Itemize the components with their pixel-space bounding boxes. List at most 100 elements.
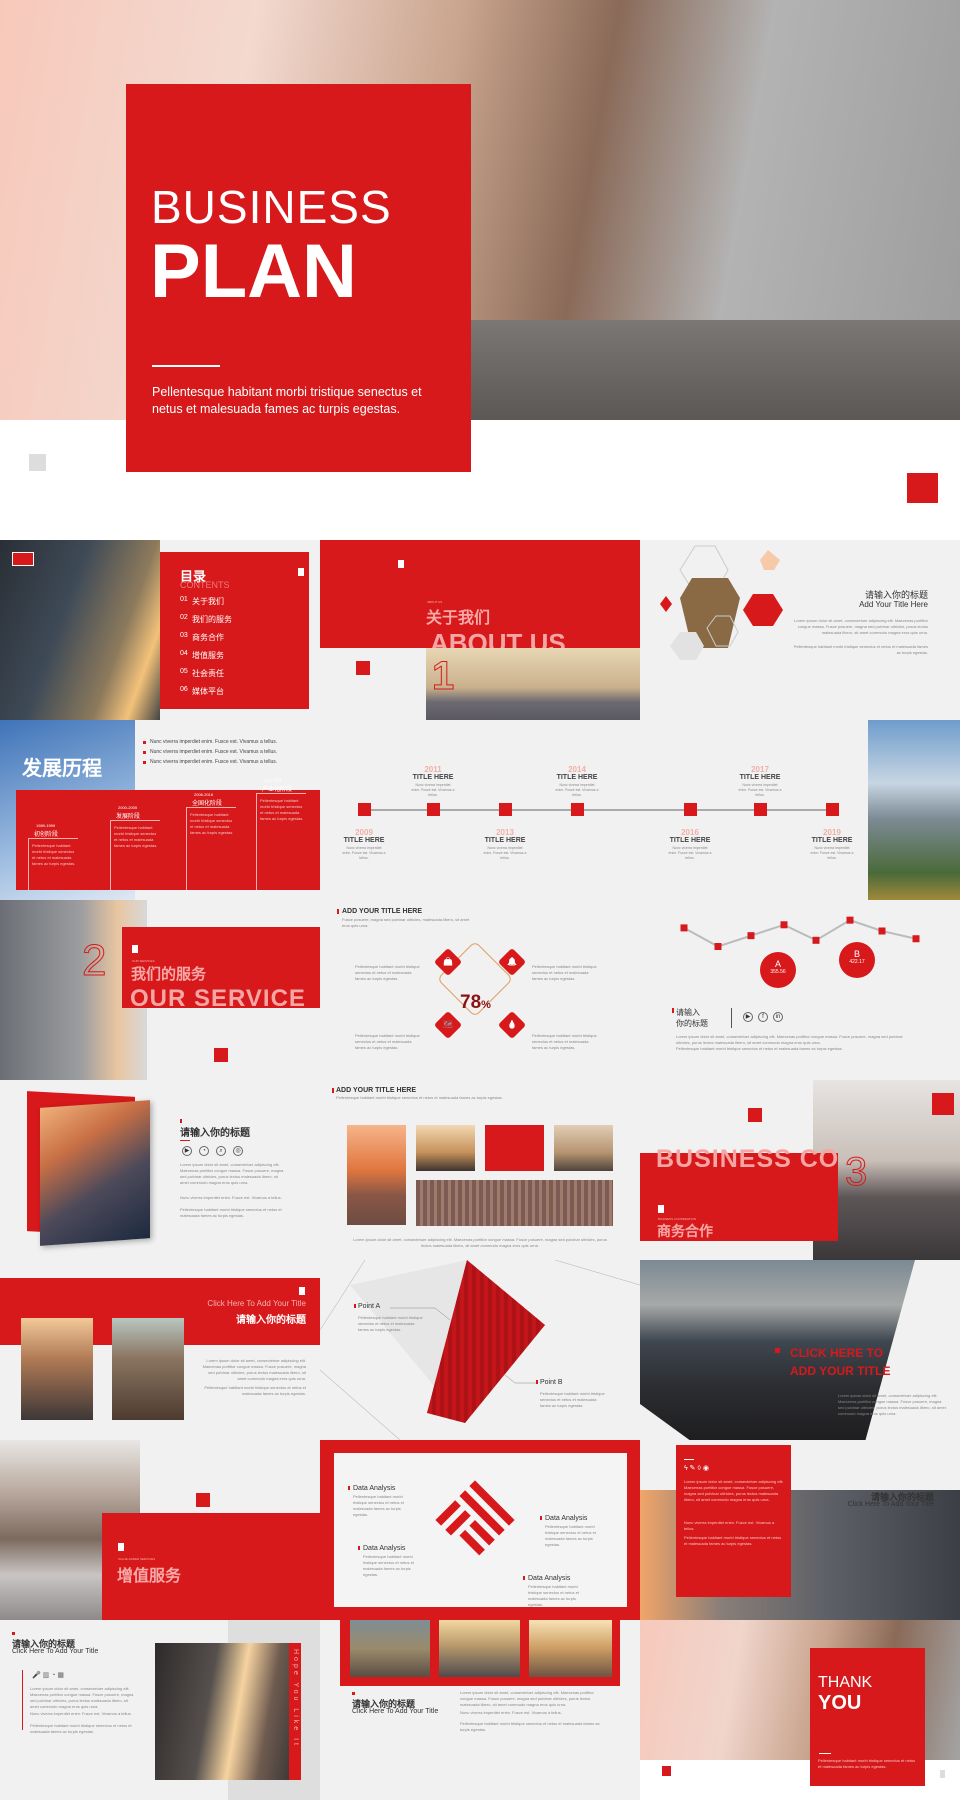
slide-hexagons[interactable]: 请输入你的标题 Add Your Title Here Lorem ipsum …	[640, 540, 960, 720]
percent-number: 78	[460, 992, 482, 1013]
timeline-marker[interactable]	[684, 803, 697, 816]
slide-red-box-city[interactable]: ϟ ✎ ◊ ◉ Lorem ipsum dolor sit amet, cons…	[640, 1440, 960, 1620]
facebook-icon[interactable]: f	[758, 1012, 768, 1022]
youtube-icon[interactable]: ▶	[743, 1012, 753, 1022]
slide-value-added[interactable]: VALUE-ADDED SERVICES 增值服务	[0, 1440, 320, 1620]
grey-square	[940, 1770, 945, 1778]
photo-spire	[554, 1125, 613, 1171]
slide-timeline[interactable]: 2009 TITLE HERE Nunc viverra imperdiet eni…	[320, 720, 960, 900]
line-point	[680, 924, 688, 932]
contents-item-3[interactable]: 商务合作	[192, 632, 224, 643]
contents-item-number[interactable]: 04	[180, 650, 188, 657]
photo-aerial-tower	[40, 1100, 150, 1246]
slide-line-chart[interactable]: A 355.56 B 422.17 请输入 你的标题 ▶ f in Lorem ipsum…	[640, 900, 960, 1080]
percent-text-2: Pellentesque habitant morbi tristique se…	[532, 964, 597, 981]
timeline-marker[interactable]	[826, 803, 839, 816]
icon-text-box: ϟ ✎ ◊ ◉ Lorem ipsum dolor sit amet, cons…	[676, 1445, 791, 1597]
contents-item-number[interactable]: 05	[180, 668, 188, 675]
timeline-marker[interactable]	[427, 803, 440, 816]
contents-item-5[interactable]: 社会责任	[192, 668, 224, 679]
contents-item-number[interactable]: 03	[180, 632, 188, 639]
contents-item-4[interactable]: 增值服务	[192, 650, 224, 661]
timeline-marker[interactable]	[358, 803, 371, 816]
slide-thank-you[interactable]: THANK YOU Pellentesque habitant morbi tr…	[640, 1620, 960, 1800]
photo-aerial-sunlit	[529, 1620, 612, 1677]
slide-hope[interactable]: 请输入你的标题 Click Here To Add Your Title 🎤 ▥…	[0, 1620, 320, 1800]
timeline-year: 2016	[681, 828, 699, 837]
box-text-2: Nunc viverra imperdiet enim. Fusce est. …	[684, 1520, 775, 1531]
contents-item-1[interactable]: 关于我们	[192, 596, 224, 607]
slide-points[interactable]: Point A Pellentesque habitant morbi tris…	[320, 1260, 640, 1440]
analysis-label: Data Analysis	[353, 1485, 396, 1492]
feature-icons: 🎤 ▥ ◔ ▦	[32, 1672, 65, 1679]
hope-vertical-text: Hope You Like It	[292, 1649, 299, 1748]
divider	[180, 1140, 190, 1141]
value-small: VALUE-ADDED SERVICES	[118, 1557, 156, 1561]
callout-label: A	[774, 959, 781, 969]
contents-item-6[interactable]: 媒体平台	[192, 686, 224, 697]
slide-three-photos[interactable]: 请输入你的标题 Click Here To Add Your Title Lor…	[320, 1620, 640, 1800]
cover-subtitle: Pellentesque habitant morbi tristique se…	[152, 385, 422, 416]
band-title-en: Click Here To Add Your Title	[207, 1299, 306, 1308]
grey-square	[29, 454, 46, 471]
slide-contents[interactable]: 目录 CONTENTS 01 关于我们 02 我们的服务 03 商务合作 04 增值服务 05 社…	[0, 540, 320, 720]
hex-text: Lorem ipsum dolor sit amet, consectetuer…	[794, 618, 928, 635]
photo-city-skyline: 1	[426, 648, 640, 720]
logo-badge	[12, 552, 34, 566]
photo-towers-haze	[416, 1125, 475, 1171]
contents-item-number[interactable]: 02	[180, 614, 188, 621]
slide-business-cooperation[interactable]: BUSINESS CO BUSINESS COOPERATION 商务合作 3	[640, 1080, 960, 1260]
search-icon[interactable]: ⌕	[216, 1146, 226, 1156]
value-cn: 增值服务	[117, 1568, 182, 1585]
linkedin-icon[interactable]: in	[773, 1012, 783, 1022]
history-bullet: Nunc viverra imperdiet enim. Fusce est. …	[150, 739, 278, 745]
analysis-text: Pellentesque habitant morbi tristique se…	[528, 1584, 579, 1607]
settings-icon[interactable]: ◎	[233, 1146, 243, 1156]
marker	[523, 1576, 525, 1580]
slide-about-us[interactable]: ABOUT US 关于我们 ABOUT US 1	[320, 540, 640, 720]
bullet-marker	[143, 751, 146, 754]
services-cn: 我们的服务	[131, 966, 207, 983]
title-marker	[180, 1119, 182, 1123]
timeline-title: TITLE HERE	[484, 837, 526, 844]
slide-gallery[interactable]: ADD YOUR TITLE HERE Pellentesque habitan…	[320, 1080, 640, 1260]
chart-icon[interactable]: ◔	[199, 1146, 209, 1156]
stage-text: Pellentesque habitant morbi tristique se…	[260, 798, 304, 821]
redbox-title-en: Click Here To Add Your Title	[847, 1501, 934, 1508]
slide-data-analysis[interactable]: Data Analysis Pellentesque habitant morbi…	[320, 1440, 640, 1620]
slide-pagoda[interactable]: CLICK HERE TO ADD YOUR TITLE Lorem ipsum…	[640, 1260, 960, 1440]
line-text-2: Pellentesque habitant morbi tristique se…	[676, 1046, 843, 1051]
slide-percentage[interactable]: ADD YOUR TITLE HERE Fusce posuere, magna…	[320, 900, 640, 1080]
timeline-title: TITLE HERE	[669, 837, 711, 844]
three-text-3: Pellentesque habitant morbi tristique se…	[460, 1721, 600, 1732]
play-icon[interactable]: ▶	[182, 1146, 192, 1156]
vertical-strip: Hope You Like It	[289, 1643, 301, 1780]
slide-red-band[interactable]: Click Here To Add Your Title 请输入你的标题 Lor…	[0, 1260, 320, 1440]
point-a-label: Point A	[358, 1303, 381, 1310]
bell-icon: 🔔	[497, 947, 527, 977]
marker	[775, 1348, 780, 1353]
marker	[358, 1546, 360, 1550]
slide-frame-photo[interactable]: 请输入你的标题 ▶ ◔ ⌕ ◎ Lorem ipsum dolor sit am…	[0, 1080, 320, 1260]
timeline-marker[interactable]	[571, 803, 584, 816]
history-bullet: Nunc viverra imperdiet enim. Fusce est. …	[150, 749, 278, 755]
red-square	[932, 1093, 954, 1115]
photo-interchange	[112, 1318, 184, 1420]
marker	[354, 1304, 356, 1308]
slide-our-services[interactable]: OUR SERVICES 我们的服务 OUR SERVICE 2	[0, 900, 320, 1080]
stage-name: 初创阶段	[34, 832, 59, 838]
contents-item-number[interactable]: 06	[180, 686, 188, 693]
contents-item-2[interactable]: 我们的服务	[192, 614, 232, 625]
analysis-text: Pellentesque habitant morbi tristique se…	[363, 1554, 414, 1577]
bullet-marker	[143, 761, 146, 764]
white-square	[658, 1205, 664, 1213]
hope-text-1: Lorem ipsum dolor sit amet, consectetuer…	[30, 1686, 134, 1709]
timeline-desc: Nunc viverra imperdiet enim. Fusce est. …	[738, 783, 782, 797]
timeline-marker[interactable]	[499, 803, 512, 816]
business-cn: 商务合作	[657, 1223, 713, 1239]
timeline-marker[interactable]	[754, 803, 767, 816]
stage-years: 2006-2016	[194, 792, 214, 797]
slide-history[interactable]: 发展历程 Nunc viverra imperdiet enim. Fusce …	[0, 720, 320, 900]
contents-item-number[interactable]: 01	[180, 596, 188, 603]
box-text-1: Lorem ipsum dolor sit amet, consectetuer…	[684, 1479, 784, 1502]
